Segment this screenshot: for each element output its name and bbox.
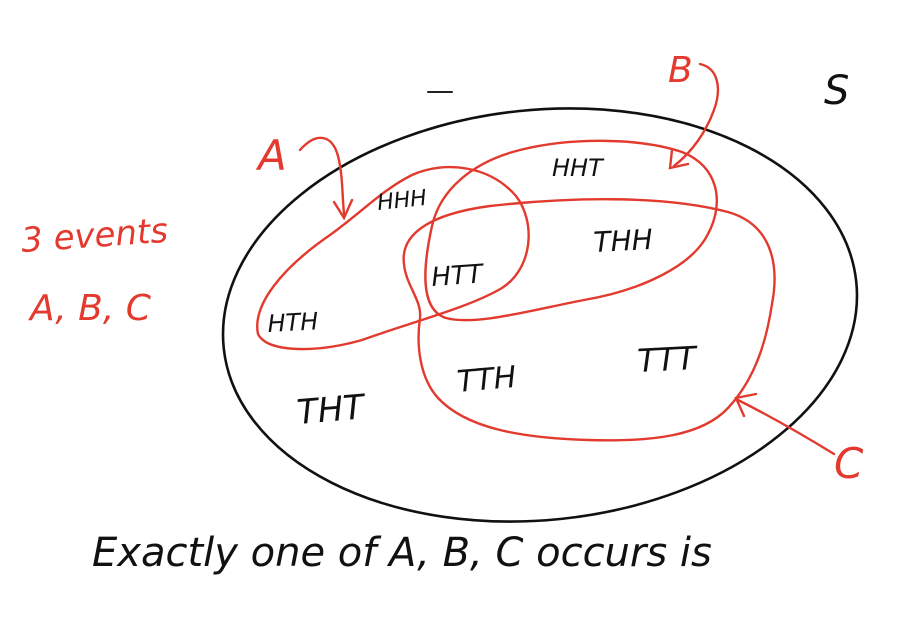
event-a-arrow: [298, 136, 346, 216]
side-note-line1: 3 events: [20, 211, 169, 261]
outcome-hhh: HHH: [376, 186, 428, 216]
outcome-htt: HTT: [430, 259, 485, 293]
caption-text: Exactly one of A, B, C occurs is: [92, 530, 712, 576]
outcome-hth: HTH: [267, 307, 319, 338]
outcome-hht: HHT: [552, 154, 605, 182]
outcome-thh: THH: [593, 223, 654, 259]
event-a-label: A: [255, 131, 287, 180]
outcome-tht: THT: [295, 387, 368, 433]
venn-diagram: S A B C 3 events A, B, C HHH HHT HTT THH…: [20, 50, 864, 576]
event-b-label: B: [668, 50, 693, 91]
whiteboard-canvas: S A B C 3 events A, B, C HHH HHT HTT THH…: [0, 0, 924, 623]
event-c-arrow: [736, 398, 836, 456]
event-c-label: C: [834, 439, 864, 488]
outcome-ttt: TTT: [636, 339, 699, 380]
sample-space-label: S: [824, 68, 849, 114]
side-note-line2: A, B, C: [28, 288, 152, 329]
outcome-tth: TTH: [456, 360, 518, 400]
